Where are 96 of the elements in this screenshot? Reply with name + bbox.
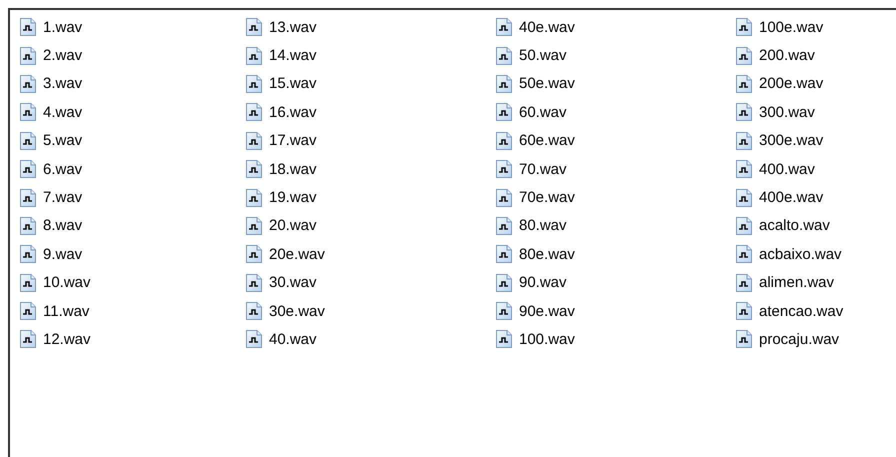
file-item[interactable]: 10.wav bbox=[20, 268, 91, 297]
audio-file-icon bbox=[246, 160, 262, 178]
file-item[interactable]: procaju.wav bbox=[736, 325, 840, 354]
file-item[interactable]: 40e.wav bbox=[496, 13, 575, 42]
audio-file-icon bbox=[246, 46, 262, 65]
file-item[interactable]: 9.wav bbox=[20, 240, 82, 269]
audio-file-icon bbox=[736, 132, 752, 150]
file-item[interactable]: 80e.wav bbox=[496, 240, 575, 269]
file-item[interactable]: acbaixo.wav bbox=[736, 240, 842, 269]
file-item[interactable]: 60.wav bbox=[496, 98, 567, 127]
file-item[interactable]: 60e.wav bbox=[496, 126, 575, 155]
audio-file-icon bbox=[20, 216, 36, 235]
file-item[interactable]: 18.wav bbox=[246, 154, 317, 184]
file-item[interactable]: 2.wav bbox=[20, 41, 82, 70]
file-item[interactable]: 200.wav bbox=[736, 41, 815, 70]
file-item[interactable]: 20.wav bbox=[246, 212, 317, 240]
audio-file-icon bbox=[736, 160, 752, 178]
file-item[interactable]: 50.wav bbox=[496, 41, 567, 70]
audio-file-icon bbox=[496, 274, 512, 292]
audio-file-icon bbox=[496, 103, 512, 122]
file-item[interactable]: 90e.wav bbox=[496, 296, 575, 326]
audio-file-icon bbox=[736, 216, 752, 235]
file-item[interactable]: 40.wav bbox=[246, 325, 317, 354]
audio-file-icon bbox=[736, 274, 752, 292]
file-item[interactable]: 4.wav bbox=[20, 98, 82, 127]
file-item[interactable]: 12.wav bbox=[20, 325, 91, 354]
audio-file-icon bbox=[496, 302, 512, 320]
audio-file-icon bbox=[736, 46, 752, 65]
file-item[interactable]: 7.wav bbox=[20, 183, 82, 212]
audio-file-icon bbox=[20, 274, 36, 292]
audio-file-icon bbox=[246, 245, 262, 264]
file-item[interactable]: alimen.wav bbox=[736, 268, 834, 297]
file-item[interactable]: 20e.wav bbox=[246, 240, 325, 269]
audio-file-icon bbox=[496, 18, 512, 36]
file-item[interactable]: 70.wav bbox=[496, 154, 567, 184]
audio-file-icon bbox=[496, 245, 512, 264]
audio-file-icon bbox=[246, 74, 262, 93]
audio-file-icon bbox=[496, 216, 512, 235]
audio-file-icon bbox=[246, 302, 262, 320]
audio-file-icon bbox=[20, 74, 36, 93]
audio-file-icon bbox=[20, 46, 36, 65]
file-item[interactable]: 30.wav bbox=[246, 268, 317, 297]
audio-file-icon bbox=[246, 132, 262, 150]
audio-file-icon bbox=[20, 188, 36, 207]
file-item[interactable]: 16.wav bbox=[246, 98, 317, 127]
audio-file-icon bbox=[246, 103, 262, 122]
audio-file-icon bbox=[496, 160, 512, 178]
file-item[interactable]: 13.wav bbox=[246, 13, 317, 42]
audio-file-icon bbox=[246, 330, 262, 348]
file-item[interactable]: 6.wav bbox=[20, 154, 82, 184]
file-item[interactable]: 30e.wav bbox=[246, 296, 325, 326]
file-item[interactable]: 300.wav bbox=[736, 98, 815, 127]
audio-file-icon bbox=[20, 132, 36, 150]
audio-file-icon bbox=[736, 245, 752, 264]
file-item[interactable]: 5.wav bbox=[20, 126, 82, 155]
audio-file-icon bbox=[246, 18, 262, 36]
audio-file-icon bbox=[20, 18, 36, 36]
audio-file-icon bbox=[736, 103, 752, 122]
audio-file-icon bbox=[736, 188, 752, 207]
file-item[interactable]: 400.wav bbox=[736, 154, 815, 184]
file-item[interactable]: 300e.wav bbox=[736, 126, 824, 155]
audio-file-icon bbox=[20, 103, 36, 122]
audio-file-icon bbox=[736, 18, 752, 36]
file-item[interactable]: 3.wav bbox=[20, 70, 82, 98]
audio-file-icon bbox=[246, 216, 262, 235]
file-item[interactable]: 1.wav bbox=[20, 13, 82, 42]
audio-file-icon bbox=[496, 132, 512, 150]
audio-file-icon bbox=[246, 188, 262, 207]
file-item[interactable]: 90.wav bbox=[496, 268, 567, 297]
file-item[interactable]: 15.wav bbox=[246, 70, 317, 98]
file-item[interactable]: 100.wav bbox=[496, 325, 575, 354]
file-item[interactable]: 14.wav bbox=[246, 41, 317, 70]
file-item[interactable]: 19.wav bbox=[246, 183, 317, 212]
file-item[interactable]: acalto.wav bbox=[736, 212, 830, 240]
audio-file-icon bbox=[496, 74, 512, 93]
audio-file-icon bbox=[246, 274, 262, 292]
file-item[interactable]: 100e.wav bbox=[736, 13, 824, 42]
file-item[interactable]: 200e.wav bbox=[736, 70, 824, 98]
audio-file-icon bbox=[736, 74, 752, 93]
file-item[interactable]: 50e.wav bbox=[496, 70, 575, 98]
file-item[interactable]: atencao.wav bbox=[736, 296, 844, 326]
file-item[interactable]: 400e.wav bbox=[736, 183, 824, 212]
audio-file-icon bbox=[736, 302, 752, 320]
audio-file-icon bbox=[736, 330, 752, 348]
audio-file-icon bbox=[20, 330, 36, 348]
file-item[interactable]: 17.wav bbox=[246, 126, 317, 155]
audio-file-icon bbox=[496, 46, 512, 65]
audio-file-icon bbox=[20, 302, 36, 320]
audio-file-icon bbox=[20, 160, 36, 178]
file-item[interactable]: 11.wav bbox=[20, 296, 90, 326]
audio-file-icon bbox=[496, 330, 512, 348]
audio-file-icon bbox=[20, 245, 36, 264]
file-item[interactable]: 70e.wav bbox=[496, 183, 575, 212]
file-item[interactable]: 80.wav bbox=[496, 212, 567, 240]
file-item[interactable]: 8.wav bbox=[20, 212, 82, 240]
audio-file-icon bbox=[496, 188, 512, 207]
